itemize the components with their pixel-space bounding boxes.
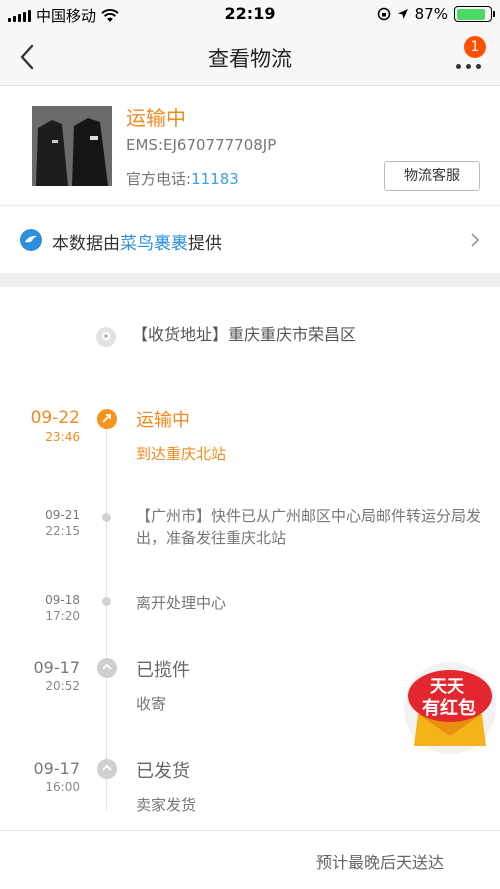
footer: 预计最晚后天送达 xyxy=(0,830,500,889)
provider-prefix: 本数据由 xyxy=(52,234,120,254)
event-date-time: 16:00 xyxy=(45,780,80,794)
promo-line1: 天天 xyxy=(430,677,465,697)
product-thumbnail[interactable] xyxy=(32,106,112,186)
section-divider xyxy=(0,273,500,287)
event-date: 09-17 16:00 xyxy=(0,759,81,794)
event-title: 运输中 xyxy=(136,410,190,431)
page-title: 查看物流 xyxy=(208,47,292,71)
battery-percent: 87% xyxy=(414,5,448,23)
timeline-dot xyxy=(102,513,111,522)
truck-icon xyxy=(97,409,117,429)
event-desc: 离开处理中心 xyxy=(136,594,227,612)
event-date-day: 09-21 xyxy=(45,508,80,522)
nav-bar: 查看物流 1 xyxy=(0,28,500,86)
delivery-address: 【收货地址】重庆重庆市荣昌区 xyxy=(0,287,500,387)
logistics-service-button[interactable]: 物流客服 xyxy=(384,161,480,191)
timeline-dot xyxy=(102,597,111,606)
provider-text: 本数据由菜鸟裹裹提供 xyxy=(52,229,222,254)
provider-brand: 菜鸟裹裹 xyxy=(120,234,188,254)
event-desc: 收寄 xyxy=(136,695,167,713)
event-date-day: 09-18 xyxy=(45,593,80,607)
event-date: 09-21 22:15 xyxy=(0,508,80,538)
event-date-time: 20:52 xyxy=(45,679,80,693)
event-desc: 到达重庆北站 xyxy=(136,445,227,463)
red-packet-promo[interactable]: 天天 有红包 xyxy=(400,656,500,756)
red-packet-icon: 天天 有红包 xyxy=(404,662,496,754)
status-right: 87% xyxy=(377,5,495,23)
promo-line2: 有红包 xyxy=(422,697,476,719)
lock-rotation-icon xyxy=(377,7,390,21)
estimated-delivery: 预计最晚后天送达 xyxy=(315,853,444,872)
event-date: 09-22 23:46 xyxy=(0,408,80,444)
notification-badge: 1 xyxy=(464,36,486,58)
event-desc: 卖家发货 xyxy=(136,796,197,814)
battery-icon xyxy=(454,6,495,22)
cainiao-icon xyxy=(20,229,42,251)
phone-label: 官方电话: xyxy=(126,170,192,188)
timeline-line xyxy=(106,418,107,810)
package-summary: 运输中 EMS:EJ670777708JP 官方电话:11183 物流客服 xyxy=(0,86,500,206)
event-date-time: 22:15 xyxy=(45,524,80,538)
event-date-day: 09-22 xyxy=(30,408,80,428)
address-pin-icon xyxy=(96,327,116,347)
location-arrow-icon xyxy=(397,9,408,19)
official-phone: 官方电话:11183 xyxy=(126,168,239,189)
tracking-number: EMS:EJ670777708JP xyxy=(126,136,277,154)
more-button[interactable]: 1 xyxy=(454,36,486,74)
event-title: 已发货 xyxy=(136,761,190,782)
event-date-time: 23:46 xyxy=(45,430,80,444)
event-desc: 【广州市】快件已从广州邮区中心局邮件转运分局发出，准备发往重庆北站 xyxy=(136,507,482,547)
event-date: 09-17 20:52 xyxy=(0,658,81,693)
event-date-day: 09-17 xyxy=(33,658,81,677)
address-text: 【收货地址】重庆重庆市荣昌区 xyxy=(132,325,357,344)
event-date: 09-18 17:20 xyxy=(0,593,80,623)
event-title: 已揽件 xyxy=(136,660,190,681)
more-icon xyxy=(456,64,481,69)
event-date-time: 17:20 xyxy=(45,609,80,623)
event-date-day: 09-17 xyxy=(33,759,81,778)
package-icon xyxy=(97,759,117,779)
phone-number-link[interactable]: 11183 xyxy=(191,170,239,188)
status-bar: 中国移动 22:19 87% xyxy=(0,0,500,28)
package-icon xyxy=(97,658,117,678)
address-redaction xyxy=(370,317,480,351)
data-provider-row[interactable]: 本数据由菜鸟裹裹提供 xyxy=(0,207,500,273)
shipment-status: 运输中 xyxy=(126,106,186,130)
provider-suffix: 提供 xyxy=(188,234,222,254)
chevron-right-icon xyxy=(471,233,480,247)
